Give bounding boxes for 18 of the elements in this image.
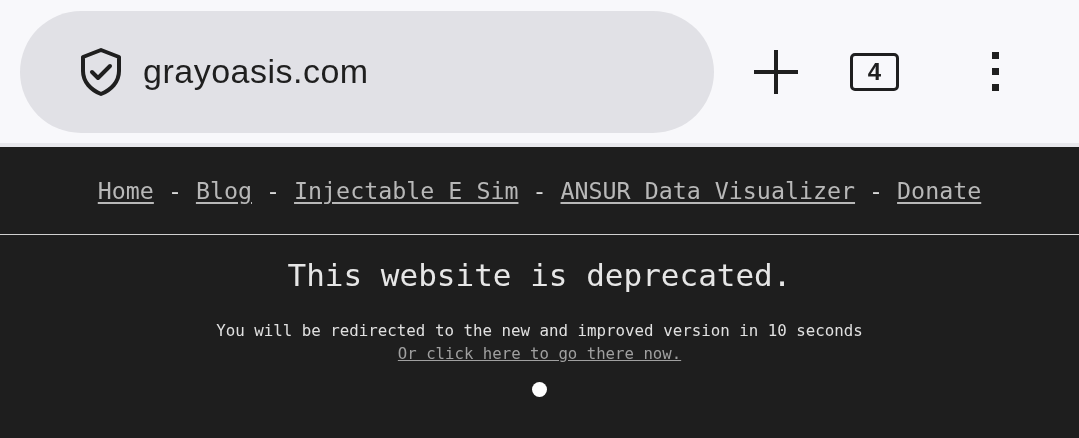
redirect-link[interactable]: Or click here to go there now. (397, 344, 682, 364)
nav-link[interactable]: ANSUR Data Visualizer (560, 177, 856, 204)
nav-link[interactable]: Donate (897, 177, 982, 204)
menu-icon[interactable] (991, 51, 1001, 92)
nav-link[interactable]: Blog (195, 177, 252, 204)
url-text: grayoasis.com (143, 52, 369, 91)
page-heading: This website is deprecated. (287, 256, 792, 295)
nav-separator: - (869, 177, 884, 204)
loading-dot (532, 382, 547, 397)
nav-separator: - (532, 177, 547, 204)
nav-link[interactable]: Injectable E Sim (294, 177, 519, 204)
redirect-message: You will be redirected to the new and improved version in 10 seconds (216, 321, 863, 341)
tab-count[interactable]: 4 (850, 52, 899, 91)
nav-link[interactable]: Home (97, 177, 154, 204)
address-bar[interactable]: grayoasis.com (20, 10, 714, 133)
nav-separator: - (167, 177, 182, 204)
nav-separator: - (266, 177, 281, 204)
new-tab-icon[interactable] (752, 47, 800, 96)
